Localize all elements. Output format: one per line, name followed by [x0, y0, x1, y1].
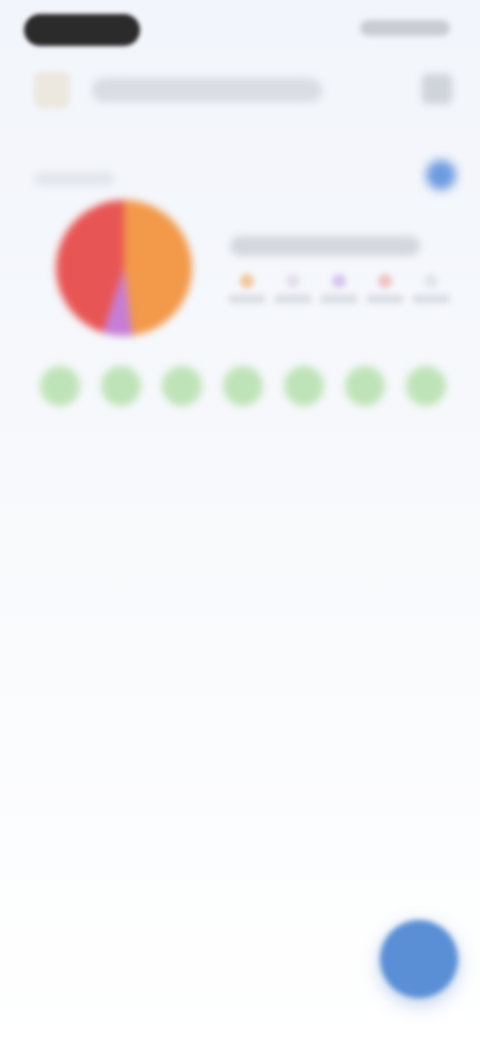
day-indicator[interactable]: [406, 366, 446, 406]
legend-item: [224, 272, 270, 312]
legend-label: [366, 294, 404, 304]
pie-svg: [56, 200, 193, 336]
pie-slice[interactable]: [124, 200, 193, 336]
status-icons: [360, 20, 450, 36]
legend-swatch: [332, 274, 346, 288]
legend-swatch: [286, 274, 300, 288]
legend-label: [274, 294, 312, 304]
app-header: menu-icon: [0, 60, 480, 120]
legend-title: [230, 236, 420, 256]
day-row: [40, 366, 460, 410]
day-indicator[interactable]: [284, 366, 324, 406]
day-indicator[interactable]: [345, 366, 385, 406]
summary-label: [34, 172, 114, 186]
legend-label: [320, 294, 358, 304]
add-button[interactable]: +: [380, 920, 458, 998]
legend-item: [316, 272, 362, 312]
legend-item: [270, 272, 316, 312]
legend-label: [412, 294, 450, 304]
page-title: [92, 78, 322, 102]
info-icon[interactable]: [426, 160, 456, 190]
legend-item: [362, 272, 408, 312]
legend: [224, 230, 454, 340]
status-time-pill: [24, 14, 140, 46]
day-indicator[interactable]: [101, 366, 141, 406]
legend-label: [228, 294, 266, 304]
day-indicator[interactable]: [40, 366, 80, 406]
day-indicator[interactable]: [162, 366, 202, 406]
menu-icon[interactable]: menu-icon: [422, 74, 452, 104]
legend-swatch: [240, 274, 254, 288]
day-indicator[interactable]: [223, 366, 263, 406]
legend-swatch: [424, 274, 438, 288]
status-bar: [0, 0, 480, 60]
legend-items: [224, 272, 454, 312]
legend-swatch: [378, 274, 392, 288]
pie-chart[interactable]: [54, 198, 194, 338]
avatar[interactable]: [34, 72, 70, 108]
legend-item: [408, 272, 454, 312]
